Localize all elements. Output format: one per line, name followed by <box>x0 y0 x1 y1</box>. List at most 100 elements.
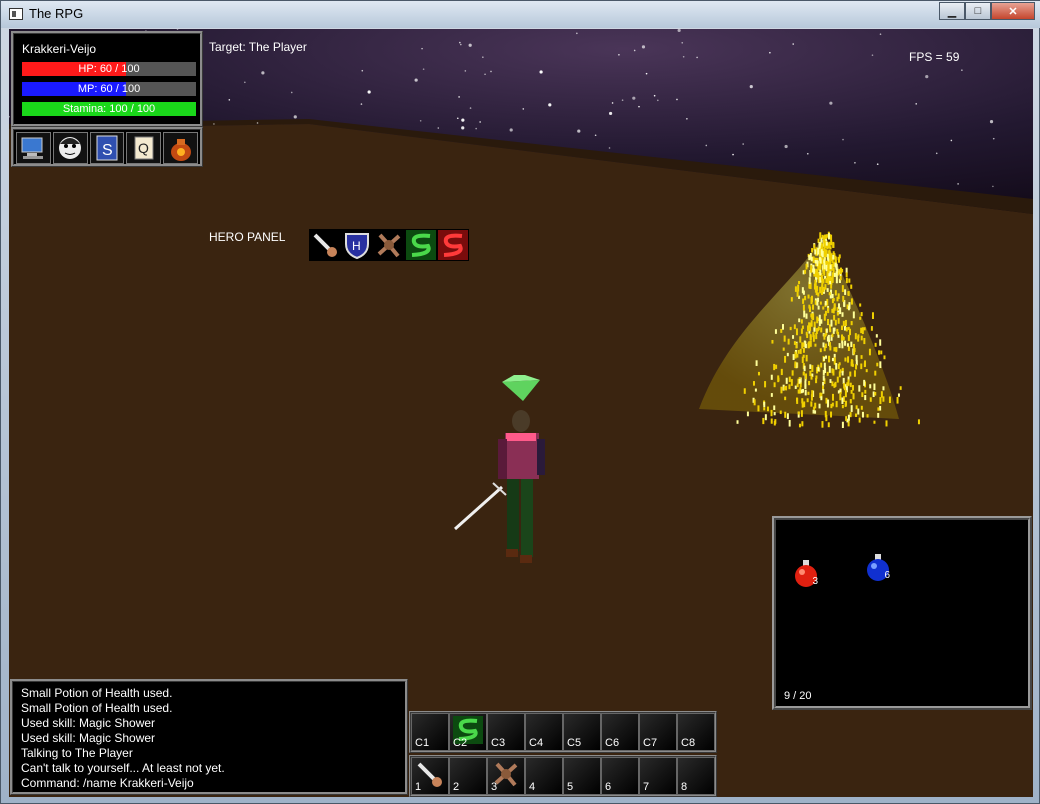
action-slot-6[interactable]: 6 <box>601 757 639 795</box>
spark <box>883 355 886 360</box>
spark <box>826 271 829 278</box>
spark <box>861 411 864 418</box>
spark <box>831 276 834 283</box>
star <box>935 152 938 155</box>
blue-potion-icon[interactable]: 6 <box>864 552 892 582</box>
spark <box>764 414 767 421</box>
spark <box>814 279 817 287</box>
spark <box>794 351 797 359</box>
star <box>633 49 636 52</box>
spark <box>797 284 800 292</box>
spark <box>852 393 855 400</box>
spark <box>819 269 822 276</box>
spark <box>816 299 819 306</box>
close-button[interactable]: ✕ <box>991 2 1035 20</box>
star <box>290 91 293 94</box>
spark <box>837 334 840 338</box>
spark <box>861 392 864 398</box>
spark <box>845 267 848 274</box>
combo-slot-c2[interactable]: C2 <box>449 713 487 751</box>
spark <box>817 366 820 372</box>
spark <box>784 396 787 401</box>
spark <box>839 388 842 393</box>
spark <box>821 285 824 292</box>
target-text: Target: The Player <box>209 40 307 54</box>
spark <box>797 350 800 354</box>
sword-icon[interactable] <box>309 229 341 261</box>
spark <box>850 389 853 394</box>
combo-slot-c4[interactable]: C4 <box>525 713 563 751</box>
spark <box>850 321 853 326</box>
chat-log[interactable]: Small Potion of Health used. Small Potio… <box>10 679 408 795</box>
spark <box>851 360 854 365</box>
spellbook-icon[interactable]: S <box>89 132 125 164</box>
chat-line: Used skill: Magic Shower <box>21 731 156 745</box>
action-slot-1[interactable]: 1 <box>411 757 449 795</box>
character-face-icon[interactable] <box>52 132 88 164</box>
menu-bar: S Q <box>11 127 203 167</box>
combo-slot-c6[interactable]: C6 <box>601 713 639 751</box>
spark <box>822 376 825 381</box>
spark <box>859 316 862 320</box>
spark <box>810 401 813 407</box>
hotkey-label: 5 <box>567 781 574 793</box>
spark <box>857 408 860 415</box>
spark <box>821 421 824 428</box>
spark <box>882 386 885 391</box>
combo-slot-c1[interactable]: C1 <box>411 713 449 751</box>
shield-icon[interactable]: H <box>341 229 373 261</box>
spark <box>795 342 798 349</box>
spark <box>780 368 783 376</box>
title-bar[interactable]: The RPG ▁ □ ✕ <box>1 1 1040 28</box>
claw-icon[interactable] <box>373 229 405 261</box>
maximize-button[interactable]: □ <box>965 2 991 20</box>
star <box>577 129 581 133</box>
combo-slot-c8[interactable]: C8 <box>677 713 715 751</box>
spark <box>770 409 773 417</box>
spark <box>811 304 814 310</box>
star <box>367 90 371 94</box>
spark <box>877 407 880 411</box>
spark <box>809 306 812 313</box>
spark <box>841 341 844 349</box>
spark <box>791 370 794 376</box>
action-slot-4[interactable]: 4 <box>525 757 563 795</box>
combo-slot-c7[interactable]: C7 <box>639 713 677 751</box>
spark <box>818 403 821 409</box>
action-slot-2[interactable]: 2 <box>449 757 487 795</box>
spark <box>847 414 850 421</box>
star <box>989 119 994 124</box>
combo-slot-c3[interactable]: C3 <box>487 713 525 751</box>
hotkey-label: C7 <box>643 737 658 749</box>
spark <box>808 255 811 261</box>
spark <box>823 235 826 240</box>
star <box>641 45 646 49</box>
star <box>950 139 953 142</box>
computer-icon[interactable] <box>16 132 51 164</box>
loot-bag-icon[interactable] <box>163 132 198 164</box>
action-slot-8[interactable]: 8 <box>677 757 715 795</box>
star <box>244 81 246 84</box>
chat-command-input[interactable]: Command: /name Krakkeri-Veijo <box>21 776 397 791</box>
star <box>361 69 364 72</box>
spark <box>853 370 856 377</box>
spark <box>825 250 828 255</box>
action-slot-3[interactable]: 3 <box>487 757 525 795</box>
spark <box>764 381 767 388</box>
red-potion-icon[interactable]: 3 <box>792 558 820 588</box>
spark <box>800 328 803 334</box>
spark <box>822 389 825 394</box>
chat-line: Used skill: Magic Shower <box>21 716 156 730</box>
red-serpent-icon[interactable] <box>437 229 469 261</box>
combo-slot-c5[interactable]: C5 <box>563 713 601 751</box>
spark <box>799 336 802 343</box>
quest-scroll-icon[interactable]: Q <box>126 132 162 164</box>
spark <box>860 335 863 341</box>
star <box>576 32 578 35</box>
game-viewport[interactable]: Krakkeri-Veijo HP: 60 / 100 MP: 60 / 100… <box>9 29 1033 797</box>
action-slot-7[interactable]: 7 <box>639 757 677 795</box>
spark <box>814 260 817 264</box>
minimize-button[interactable]: ▁ <box>939 2 965 20</box>
green-serpent-icon[interactable] <box>405 229 437 261</box>
action-slot-5[interactable]: 5 <box>563 757 601 795</box>
